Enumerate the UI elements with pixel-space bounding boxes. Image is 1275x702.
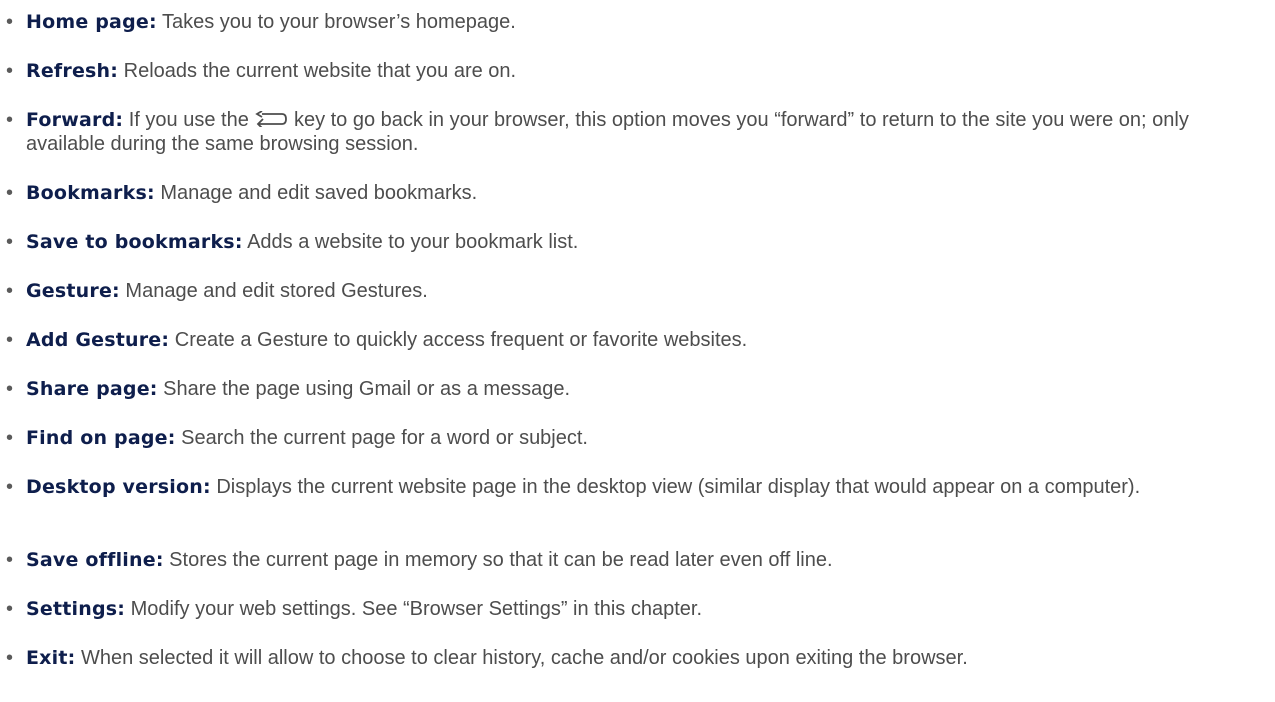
item-text: Desktop version: Displays the current we… xyxy=(6,475,1266,499)
list-item-find-on-page: • Find on page: Search the current page … xyxy=(6,426,1266,450)
bullet: • xyxy=(6,427,14,449)
bullet: • xyxy=(6,647,14,669)
list-item-save-to-bookmarks: • Save to bookmarks: Adds a website to y… xyxy=(6,230,1266,254)
item-text: Bookmarks: Manage and edit saved bookmar… xyxy=(6,181,1266,205)
bullet: • xyxy=(6,231,14,253)
desc-exit: When selected it will allow to choose to… xyxy=(75,647,968,669)
term-forward: Forward: xyxy=(26,109,124,131)
item-text: Gesture: Manage and edit stored Gestures… xyxy=(6,279,1266,303)
item-text: Exit: When selected it will allow to cho… xyxy=(6,646,1266,670)
desc-refresh: Reloads the current website that you are… xyxy=(118,60,517,82)
term-share-page: Share page: xyxy=(26,378,158,400)
term-add-gesture: Add Gesture: xyxy=(26,329,170,351)
bullet: • xyxy=(6,280,14,302)
desc-save-to-bookmarks: Adds a website to your bookmark list. xyxy=(242,231,579,253)
item-text: Save offline: Stores the current page in… xyxy=(6,548,1266,572)
list-item-settings: • Settings: Modify your web settings. Se… xyxy=(6,597,1266,621)
list-item-share-page: • Share page: Share the page using Gmail… xyxy=(6,377,1266,401)
desc-desktop-version: Displays the current website page in the… xyxy=(210,476,1141,498)
item-text: Add Gesture: Create a Gesture to quickly… xyxy=(6,328,1266,352)
desc-share-page: Share the page using Gmail or as a messa… xyxy=(157,378,571,400)
bullet: • xyxy=(6,182,14,204)
item-text: Find on page: Search the current page fo… xyxy=(6,426,1266,450)
list-item-add-gesture: • Add Gesture: Create a Gesture to quick… xyxy=(6,328,1266,352)
bullet: • xyxy=(6,598,14,620)
bullet: • xyxy=(6,109,14,131)
list-item-bookmarks: • Bookmarks: Manage and edit saved bookm… xyxy=(6,181,1266,205)
term-exit: Exit: xyxy=(26,647,76,669)
term-save-to-bookmarks: Save to bookmarks: xyxy=(26,231,243,253)
term-home-page: Home page: xyxy=(26,11,157,33)
item-text: Save to bookmarks: Adds a website to you… xyxy=(6,230,1266,254)
desc-find-on-page: Search the current page for a word or su… xyxy=(175,427,588,449)
list-item-save-offline: • Save offline: Stores the current page … xyxy=(6,548,1266,572)
term-refresh: Refresh: xyxy=(26,60,119,82)
term-gesture: Gesture: xyxy=(26,280,120,302)
item-text: Share page: Share the page using Gmail o… xyxy=(6,377,1266,401)
desc-save-offline: Stores the current page in memory so tha… xyxy=(163,549,833,571)
term-save-offline: Save offline: xyxy=(26,549,164,571)
item-text: Refresh: Reloads the current website tha… xyxy=(6,59,1266,83)
term-desktop-version: Desktop version: xyxy=(26,476,211,498)
desc-home-page: Takes you to your browser’s homepage. xyxy=(156,11,516,33)
list-item-home-page: • Home page: Takes you to your browser’s… xyxy=(6,10,1266,34)
list-item-gesture: • Gesture: Manage and edit stored Gestur… xyxy=(6,279,1266,303)
bullet: • xyxy=(6,476,14,498)
list-item-forward: • Forward: If you use the key to go back… xyxy=(6,108,1266,156)
back-arrow-icon xyxy=(254,111,288,127)
term-bookmarks: Bookmarks: xyxy=(26,182,155,204)
term-settings: Settings: xyxy=(26,598,126,620)
desc-bookmarks: Manage and edit saved bookmarks. xyxy=(154,182,478,204)
item-text: Home page: Takes you to your browser’s h… xyxy=(6,10,1266,34)
desc-forward-part-1: If you use the xyxy=(123,109,255,131)
list-item-refresh: • Refresh: Reloads the current website t… xyxy=(6,59,1266,83)
desc-gesture: Manage and edit stored Gestures. xyxy=(119,280,428,302)
bullet: • xyxy=(6,549,14,571)
list-item-exit: • Exit: When selected it will allow to c… xyxy=(6,646,1266,670)
item-text: Settings: Modify your web settings. See … xyxy=(6,597,1266,621)
bullet: • xyxy=(6,329,14,351)
desc-add-gesture: Create a Gesture to quickly access frequ… xyxy=(169,329,748,351)
list-item-desktop-version: • Desktop version: Displays the current … xyxy=(6,475,1266,499)
bullet: • xyxy=(6,11,14,33)
bullet: • xyxy=(6,378,14,400)
term-find-on-page: Find on page: xyxy=(26,427,176,449)
desc-settings: Modify your web settings. See “Browser S… xyxy=(125,598,703,620)
bullet: • xyxy=(6,60,14,82)
item-text: Forward: If you use the key to go back i… xyxy=(6,108,1266,156)
